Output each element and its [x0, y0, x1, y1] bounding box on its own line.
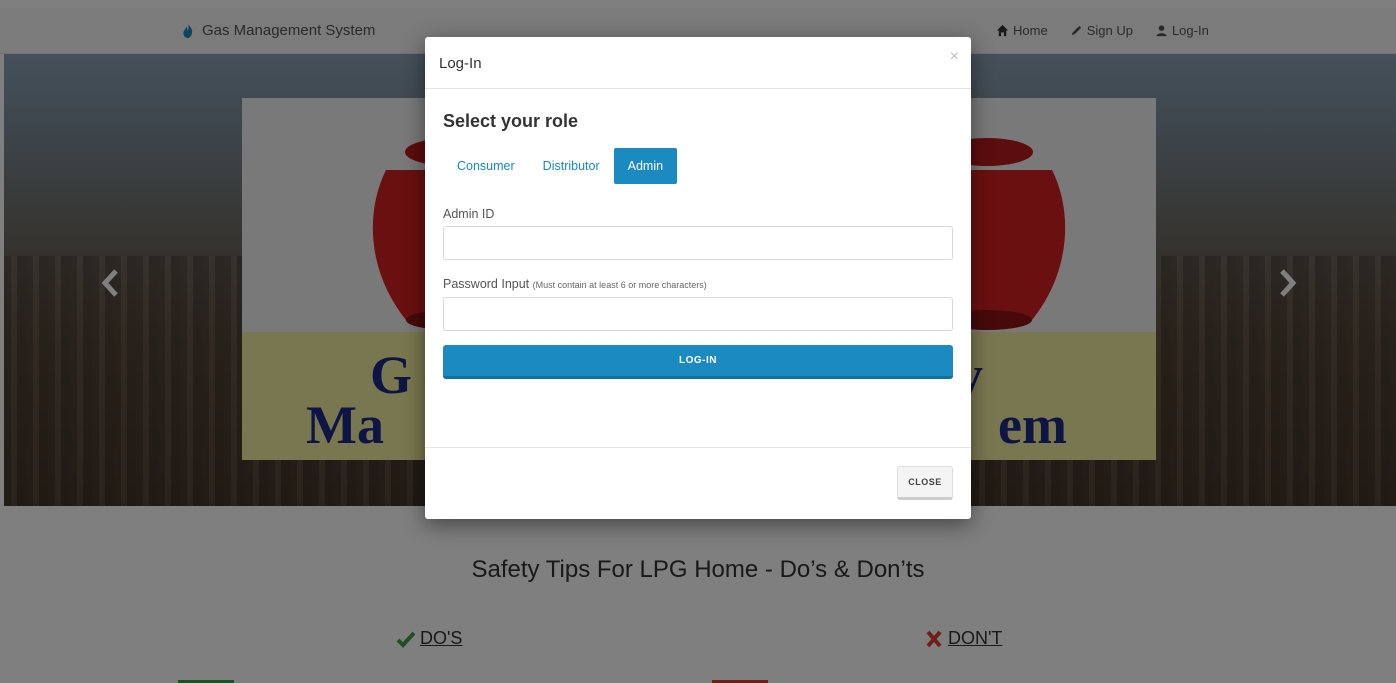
close-button[interactable]: CLOSE [897, 466, 953, 500]
admin-id-input[interactable] [443, 226, 953, 260]
tab-admin[interactable]: Admin [613, 148, 678, 184]
password-label: Password Input (Must contain at least 6 … [443, 277, 707, 291]
role-tabs: Consumer Distributor Admin [443, 148, 678, 184]
role-heading: Select your role [443, 111, 579, 131]
modal-body: Select your role Consumer Distributor Ad… [425, 89, 971, 447]
close-icon[interactable]: × [950, 49, 959, 65]
modal-header: Log-In × [425, 37, 971, 89]
modal-footer: CLOSE [425, 447, 971, 519]
login-button[interactable]: LOG-IN [443, 345, 953, 379]
password-hint: (Must contain at least 6 or more charact… [532, 280, 707, 290]
admin-id-label: Admin ID [443, 207, 495, 221]
password-label-text: Password Input [443, 277, 530, 291]
tab-distributor[interactable]: Distributor [529, 148, 614, 184]
login-modal: Log-In × Select your role Consumer Distr… [425, 37, 971, 519]
modal-title: Log-In [439, 55, 482, 72]
tab-consumer[interactable]: Consumer [443, 148, 529, 184]
password-input[interactable] [443, 297, 953, 331]
